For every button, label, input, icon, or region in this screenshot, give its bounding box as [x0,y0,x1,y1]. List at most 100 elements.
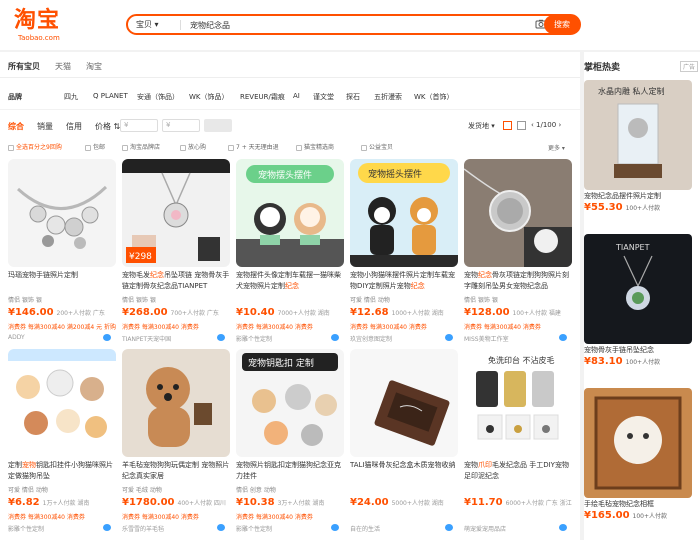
shop-name[interactable]: TIANPET天宠中国 [122,334,225,343]
product-card[interactable]: 宠物纪念骨灰项链定制狗狗照片刻字雕刻吊坠男女宠物纪念品 情侣 银饰 银 ¥128… [464,159,572,343]
brand-item[interactable]: 五折漫索 [374,92,402,102]
search-input[interactable] [190,18,540,32]
filter-brand-store[interactable]: 淘宝品牌店 [122,142,160,151]
shop-name[interactable]: ADDY [8,334,111,341]
shop-name[interactable]: 乐雪雪的羊毛毡 [122,524,225,533]
product-image-necklace[interactable] [464,159,572,267]
product-card[interactable]: 宠物摆头摆件 宠物摆件头像定制车载摆一猫咪柴犬宠物照片定制纪念 ¥10.40 70… [236,159,344,343]
product-image-cat-dog-figure[interactable]: 宠物摇头摆件 [350,159,458,267]
product-title[interactable]: 宠物毛发纪念吊坠项链 宠物骨灰手链定制骨灰纪念品TIANPET [122,270,230,294]
ship-from-select[interactable]: 发货地 ▾ [468,121,495,131]
product-card[interactable]: 定制宠物钥匙扣挂件小狗猫咪照片定做猫狗吊坠 可爱 情侣 动物 ¥6.82 1万+人… [8,349,116,533]
product-card[interactable]: 免洗印台 不沾皮毛 宠物爪印毛发纪念品 手工DIY宠物足印泥纪念 ¥11.70 6… [464,349,572,533]
tab-tmall[interactable]: 天猫 [55,61,71,72]
product-title[interactable]: 宠物照片钥匙扣定制猫狗纪念亚克力挂件 [236,460,344,484]
product-image-plush-dog[interactable] [122,349,230,457]
product-image-paw-print[interactable]: 免洗印台 不沾皮毛 [464,349,572,457]
search-button[interactable]: 搜索 [544,15,580,34]
sidebar-product-title[interactable]: 宠物骨灰手链吊坠纪念 [584,345,692,355]
product-card[interactable]: 玛瑙宠物手链照片定制 情侣 银饰 银 ¥146.00 200+人付款 广东 消费券… [8,159,116,342]
sidebar-product-image[interactable]: 水晶内雕 私人定制 [584,80,692,190]
shop-name[interactable]: 影雕个性定制 [236,524,339,533]
list-view-icon[interactable] [517,121,526,130]
price-confirm-button[interactable] [204,119,232,132]
brand-item[interactable]: REVEUR/霜痕 [240,92,285,102]
filter-charity[interactable]: 公益宝贝 [361,142,393,151]
taobao-logo[interactable]: 淘宝 Taobao.com [14,8,94,42]
filter-more-button[interactable]: 更多 ▾ [548,143,565,152]
product-image-keychain[interactable] [8,349,116,457]
grid-view-icon[interactable] [503,121,512,130]
brand-item[interactable]: AI [293,92,300,100]
sort-credit[interactable]: 信用 [66,121,82,132]
filter-free-shipping[interactable]: 包邮 [85,142,105,151]
shop-name[interactable]: 影雕个性定制 [236,334,339,343]
product-title[interactable]: 玛瑙宠物手链照片定制 [8,270,116,294]
wangwang-chat-icon[interactable] [445,524,453,531]
wangwang-chat-icon[interactable] [331,334,339,341]
product-title[interactable]: 宠物爪印毛发纪念品 手工DIY宠物足印泥纪念 [464,460,572,484]
filter-assured[interactable]: 放心购 [180,142,206,151]
title-highlight: 纪念 [285,282,299,290]
sidebar-product-image[interactable]: TIANPET [584,234,692,344]
wangwang-chat-icon[interactable] [559,334,567,341]
product-image-bracelet[interactable] [8,159,116,267]
product-price: ¥10.38 3万+人付款 湖南 [236,497,324,508]
wangwang-chat-icon[interactable] [559,524,567,531]
shop-name[interactable]: 玖宜创意图定制 [350,334,453,343]
brand-item[interactable]: 安通（饰品） [137,92,179,102]
filter-7day-return[interactable]: 7 + 天无理由退 [228,142,279,151]
filter-repurchase[interactable]: 全选百分之9回购 [8,142,62,151]
wangwang-chat-icon[interactable] [217,334,225,341]
product-card[interactable]: 宠物摇头摆件 宠物小狗猫咪摆件照片定制车载宠物DIY定制照片宠物纪念 可爱 情侣… [350,159,458,343]
price-value: ¥165.00 [584,510,630,521]
wangwang-chat-icon[interactable] [103,524,111,531]
product-title[interactable]: 宠物摆件头像定制车载摆一猫咪柴犬宠物照片定制纪念 [236,270,344,294]
sidebar-product-title[interactable]: 手绘毛毡宠物纪念相框 [584,499,692,509]
price-max-input[interactable]: ¥ [162,119,200,132]
sort-sales[interactable]: 销量 [37,121,53,132]
sidebar-product-image[interactable] [584,388,692,498]
filter-selected-shop[interactable]: 猫宝精选商 [296,142,334,151]
product-title[interactable]: 宠物小狗猫咪摆件照片定制车载宠物DIY定制照片宠物纪念 [350,270,458,294]
wangwang-chat-icon[interactable] [103,334,111,341]
brand-item[interactable]: Q PLANET [93,92,128,100]
shop-name[interactable]: 萌宠爱宠用品店 [464,524,567,533]
product-title[interactable]: TALI猫咪骨灰纪念盒木质宠物收纳 [350,460,458,484]
shop-name[interactable]: 影雕个性定制 [8,524,111,533]
product-title[interactable]: 羊毛毡宠物狗狗玩偶定制 宠物照片纪念真实家居 [122,460,230,484]
brand-item[interactable]: 探石 [346,92,360,102]
product-title[interactable]: 定制宠物钥匙扣挂件小狗猫咪照片定做猫狗吊坠 [8,460,116,484]
product-promo: 消费券 每满300减40 消费券 [122,514,199,521]
wangwang-chat-icon[interactable] [217,524,225,531]
sidebar-product-title[interactable]: 宠物纪念品摆件照片定制 [584,191,692,201]
sidebar-product[interactable]: 水晶内雕 私人定制 宠物纪念品摆件照片定制 ¥55.30 100+人付款 [584,80,692,220]
wangwang-chat-icon[interactable] [331,524,339,531]
brand-item[interactable]: WK（首饰） [414,92,454,102]
sidebar-product[interactable]: TIANPET 宠物骨灰手链吊坠纪念 ¥83.10 100+人付款 [584,234,692,374]
sort-price[interactable]: 价格 ⇅ [95,121,120,132]
sidebar-product[interactable]: 手绘毛毡宠物纪念相框 ¥165.00 100+人付款 [584,388,692,528]
product-image-acrylic-keychain[interactable]: 宠物钥匙扣 定制 [236,349,344,457]
search-category-select[interactable]: 宝贝 ▾ [136,19,159,30]
tab-taobao[interactable]: 淘宝 [86,61,102,72]
product-tags: 可爱 情侣 动物 [8,487,48,494]
product-card[interactable]: 羊毛毡宠物狗狗玩偶定制 宠物照片纪念真实家居 可爱 毛绒 动物 ¥1780.00… [122,349,230,533]
product-card[interactable]: ¥298 宠物毛发纪念吊坠项链 宠物骨灰手链定制骨灰纪念品TIANPET 情侣 … [122,159,230,343]
brand-item[interactable]: WK（饰品） [189,92,229,102]
product-card[interactable]: TALI猫咪骨灰纪念盒木质宠物收纳 ¥24.00 5000+人付款 湖南 自在的生… [350,349,458,533]
sort-comprehensive[interactable]: 综合 [8,121,24,132]
product-image-wood-box[interactable] [350,349,458,457]
brand-item[interactable]: 谨文堂 [313,92,334,102]
shop-name[interactable]: 自在的生活 [350,524,453,533]
wangwang-chat-icon[interactable] [445,334,453,341]
product-image-car-figure[interactable]: 宠物摆头摆件 [236,159,344,267]
product-card[interactable]: 宠物钥匙扣 定制 宠物照片钥匙扣定制猫狗纪念亚克力挂件 情侣 创意 动物 ¥10… [236,349,344,533]
price-value: ¥6.82 [8,497,40,508]
brand-item[interactable]: 四九 [64,92,78,102]
price-min-input[interactable]: ¥ [120,119,158,132]
product-title[interactable]: 宠物纪念骨灰项链定制狗狗照片刻字雕刻吊坠男女宠物纪念品 [464,270,572,294]
tab-all[interactable]: 所有宝贝 [8,61,40,72]
product-image-pendant[interactable]: ¥298 [122,159,230,267]
shop-name[interactable]: MISS美物工作室 [464,334,567,343]
